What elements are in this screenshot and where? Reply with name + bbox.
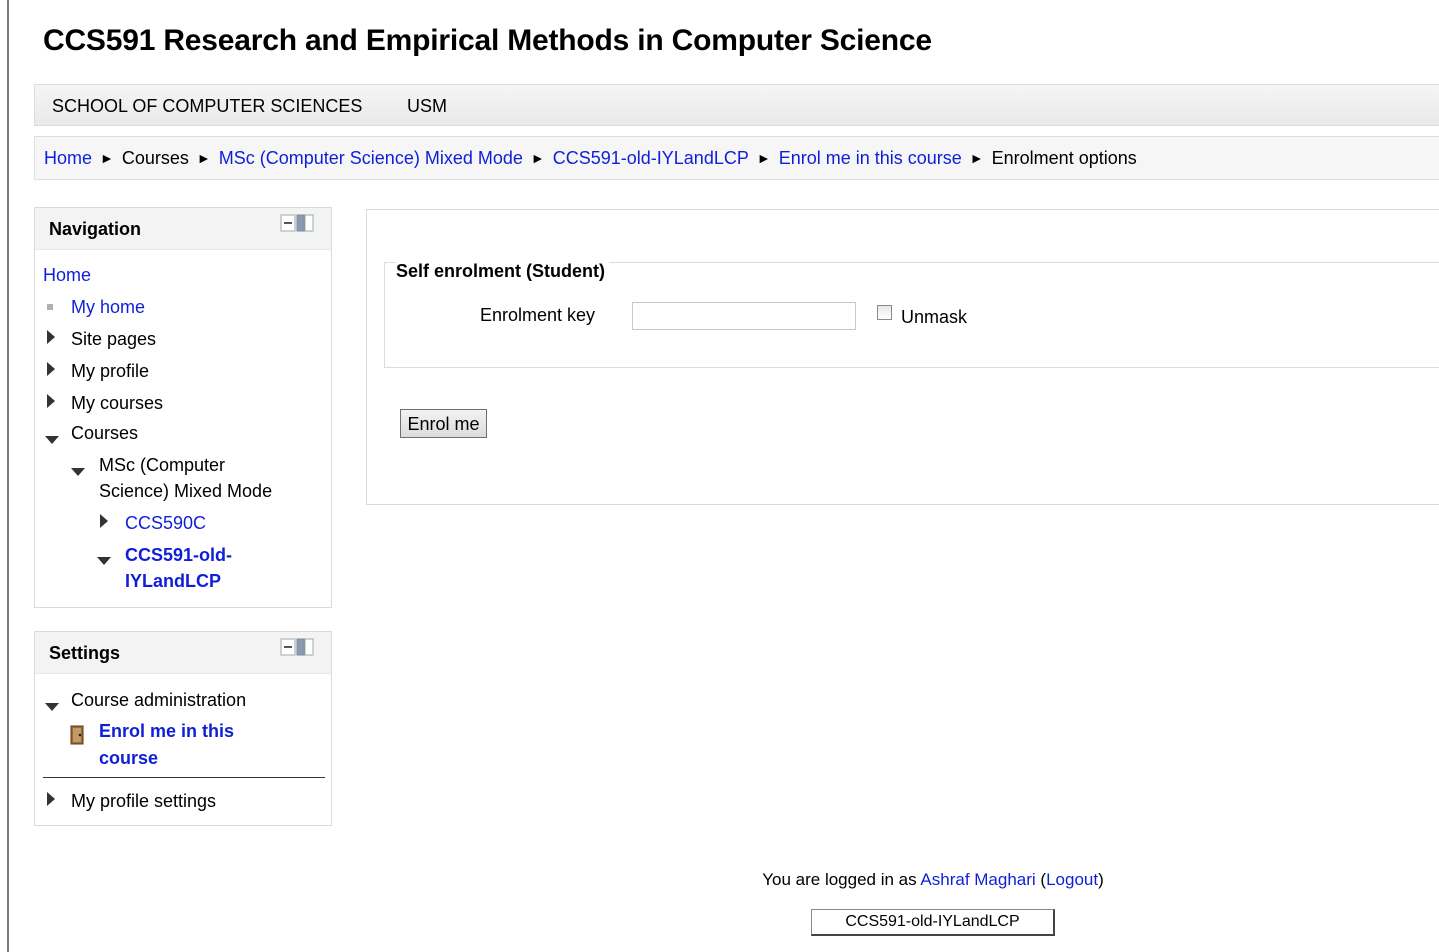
triangle-right-icon[interactable] <box>100 514 108 528</box>
unmask-label[interactable]: Unmask <box>901 307 967 328</box>
breadcrumb-separator-icon: ► <box>756 150 771 166</box>
nav-courses[interactable]: Courses <box>71 423 138 443</box>
triangle-down-icon[interactable] <box>71 468 85 476</box>
breadcrumb-separator-icon: ► <box>969 150 984 166</box>
triangle-down-icon[interactable] <box>45 703 59 711</box>
settings-block-header: Settings <box>35 632 331 674</box>
enrol-me-button[interactable]: Enrol me <box>400 409 487 438</box>
user-name-link[interactable]: Ashraf Maghari <box>920 870 1035 889</box>
navigation-block-title: Navigation <box>49 219 142 239</box>
breadcrumb: Home ► Courses ► MSc (Computer Science) Mixe… <box>34 136 1439 180</box>
settings-block-title: Settings <box>49 643 121 663</box>
door-icon <box>70 725 84 745</box>
breadcrumb-course[interactable]: CCS591-old-IYLandLCP <box>553 148 749 168</box>
triangle-right-icon[interactable] <box>47 362 55 376</box>
settings-my-profile-settings[interactable]: My profile settings <box>71 791 216 811</box>
menu-item-school[interactable]: SCHOOL OF COMPUTER SCIENCES <box>52 96 362 117</box>
menu-item-usm[interactable]: USM <box>407 96 447 117</box>
enrolment-key-input[interactable] <box>632 302 856 330</box>
nav-msc-line2[interactable]: Science) Mixed Mode <box>99 481 272 501</box>
breadcrumb-msc[interactable]: MSc (Computer Science) Mixed Mode <box>219 148 523 168</box>
navigation-block-header: Navigation <box>35 208 331 250</box>
login-info: You are logged in as Ashraf Maghari (Log… <box>0 870 1439 890</box>
breadcrumb-enrol[interactable]: Enrol me in this course <box>779 148 962 168</box>
triangle-right-icon[interactable] <box>47 792 55 806</box>
page-title: CCS591 Research and Empirical Methods in… <box>43 24 932 57</box>
triangle-right-icon[interactable] <box>47 330 55 344</box>
unmask-checkbox[interactable] <box>877 305 892 320</box>
breadcrumb-separator-icon: ► <box>100 150 114 166</box>
breadcrumb-separator-icon: ► <box>196 150 211 166</box>
settings-block: Settings Course administration Enrol me … <box>34 631 332 826</box>
settings-enrol-line1[interactable]: Enrol me in this <box>99 721 234 741</box>
nav-ccs591-line1[interactable]: CCS591-old- <box>125 545 232 565</box>
custom-menu: SCHOOL OF COMPUTER SCIENCES USM <box>34 84 1439 126</box>
triangle-down-icon[interactable] <box>97 557 111 565</box>
close-paren: ) <box>1098 870 1104 889</box>
nav-my-courses[interactable]: My courses <box>71 393 163 413</box>
breadcrumb-current: Enrolment options <box>991 148 1137 168</box>
breadcrumb-courses: Courses <box>121 148 189 168</box>
breadcrumb-separator-icon: ► <box>530 150 545 166</box>
nav-ccs590c[interactable]: CCS590C <box>125 513 206 533</box>
left-border <box>7 0 9 952</box>
open-paren: ( <box>1035 870 1047 889</box>
settings-enrol-line2[interactable]: course <box>99 748 158 768</box>
triangle-right-icon[interactable] <box>47 394 55 408</box>
self-enrolment-legend: Self enrolment (Student) <box>396 261 610 282</box>
nav-msc-line1[interactable]: MSc (Computer <box>99 455 225 475</box>
logout-link[interactable]: Logout <box>1046 870 1098 889</box>
nav-my-home[interactable]: My home <box>71 297 145 317</box>
nav-site-pages[interactable]: Site pages <box>71 329 156 349</box>
login-prefix: You are logged in as <box>762 870 921 889</box>
dock-block-icon[interactable] <box>280 214 316 232</box>
navigation-block: Navigation Home My home Site pages My pr… <box>34 207 332 608</box>
settings-divider <box>43 777 325 778</box>
triangle-down-icon[interactable] <box>45 436 59 444</box>
bullet-icon <box>47 304 53 310</box>
nav-home[interactable]: Home <box>43 265 91 285</box>
enrolment-key-label: Enrolment key <box>480 305 596 325</box>
breadcrumb-home[interactable]: Home <box>44 148 92 168</box>
nav-my-profile[interactable]: My profile <box>71 361 149 381</box>
settings-course-admin[interactable]: Course administration <box>71 690 246 710</box>
dock-block-icon[interactable] <box>280 638 316 656</box>
course-home-button[interactable]: CCS591-old-IYLandLCP <box>811 909 1055 936</box>
nav-ccs591-line2[interactable]: IYLandLCP <box>125 571 221 591</box>
